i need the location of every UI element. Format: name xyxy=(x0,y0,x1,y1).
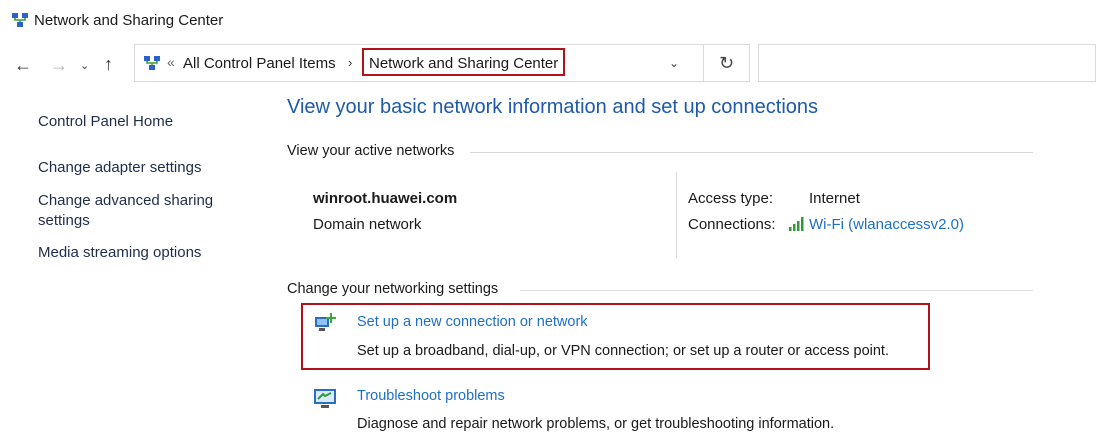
setup-connection-description: Set up a broadband, dial-up, or VPN conn… xyxy=(357,343,889,359)
wifi-signal-icon xyxy=(789,217,804,231)
breadcrumb-network-sharing-center[interactable]: Network and Sharing Center xyxy=(362,48,566,76)
active-networks-heading: View your active networks xyxy=(287,143,463,159)
address-dropdown-icon[interactable]: ⌄ xyxy=(669,56,679,70)
breadcrumb-overflow[interactable]: « xyxy=(167,54,175,70)
sidebar-item-advanced-sharing-settings[interactable]: Change advanced sharing settings xyxy=(38,191,243,231)
section-divider xyxy=(470,152,1033,153)
troubleshoot-description: Diagnose and repair network problems, or… xyxy=(357,416,835,432)
network-center-icon xyxy=(144,56,160,70)
title-bar: Network and Sharing Center xyxy=(0,0,1096,40)
search-input[interactable] xyxy=(758,44,1096,82)
sidebar-item-control-panel-home[interactable]: Control Panel Home xyxy=(38,112,173,132)
breadcrumb-separator[interactable]: › xyxy=(348,55,352,70)
new-connection-icon xyxy=(315,313,336,331)
network-category: Domain network xyxy=(313,216,422,233)
recent-locations-button[interactable]: ⌄ xyxy=(80,56,89,76)
vertical-divider xyxy=(676,172,677,258)
back-button[interactable]: ← xyxy=(14,55,32,75)
section-divider xyxy=(520,290,1033,291)
access-type-label: Access type: xyxy=(688,190,774,207)
access-type-value: Internet xyxy=(809,190,860,207)
refresh-button[interactable]: ↻ xyxy=(704,44,750,82)
up-button[interactable]: ↑ xyxy=(104,54,113,74)
sidebar-item-media-streaming-options[interactable]: Media streaming options xyxy=(38,243,201,263)
forward-button[interactable]: → xyxy=(50,55,68,75)
network-name: winroot.huawei.com xyxy=(313,190,458,207)
window-title: Network and Sharing Center xyxy=(34,12,224,29)
troubleshoot-link[interactable]: Troubleshoot problems xyxy=(357,388,505,404)
network-center-icon xyxy=(12,13,28,27)
change-settings-heading: Change your networking settings xyxy=(287,281,507,297)
breadcrumb-control-panel-items[interactable]: All Control Panel Items xyxy=(183,55,336,72)
page-title: View your basic network information and … xyxy=(287,96,819,118)
troubleshoot-icon xyxy=(314,389,336,408)
wifi-connection-link[interactable]: Wi-Fi (wlanaccessv2.0) xyxy=(809,216,964,233)
connections-label: Connections: xyxy=(688,216,776,233)
address-bar[interactable]: « All Control Panel Items › Network and … xyxy=(134,44,704,82)
sidebar-item-change-adapter-settings[interactable]: Change adapter settings xyxy=(38,158,201,178)
setup-connection-link[interactable]: Set up a new connection or network xyxy=(357,314,588,330)
